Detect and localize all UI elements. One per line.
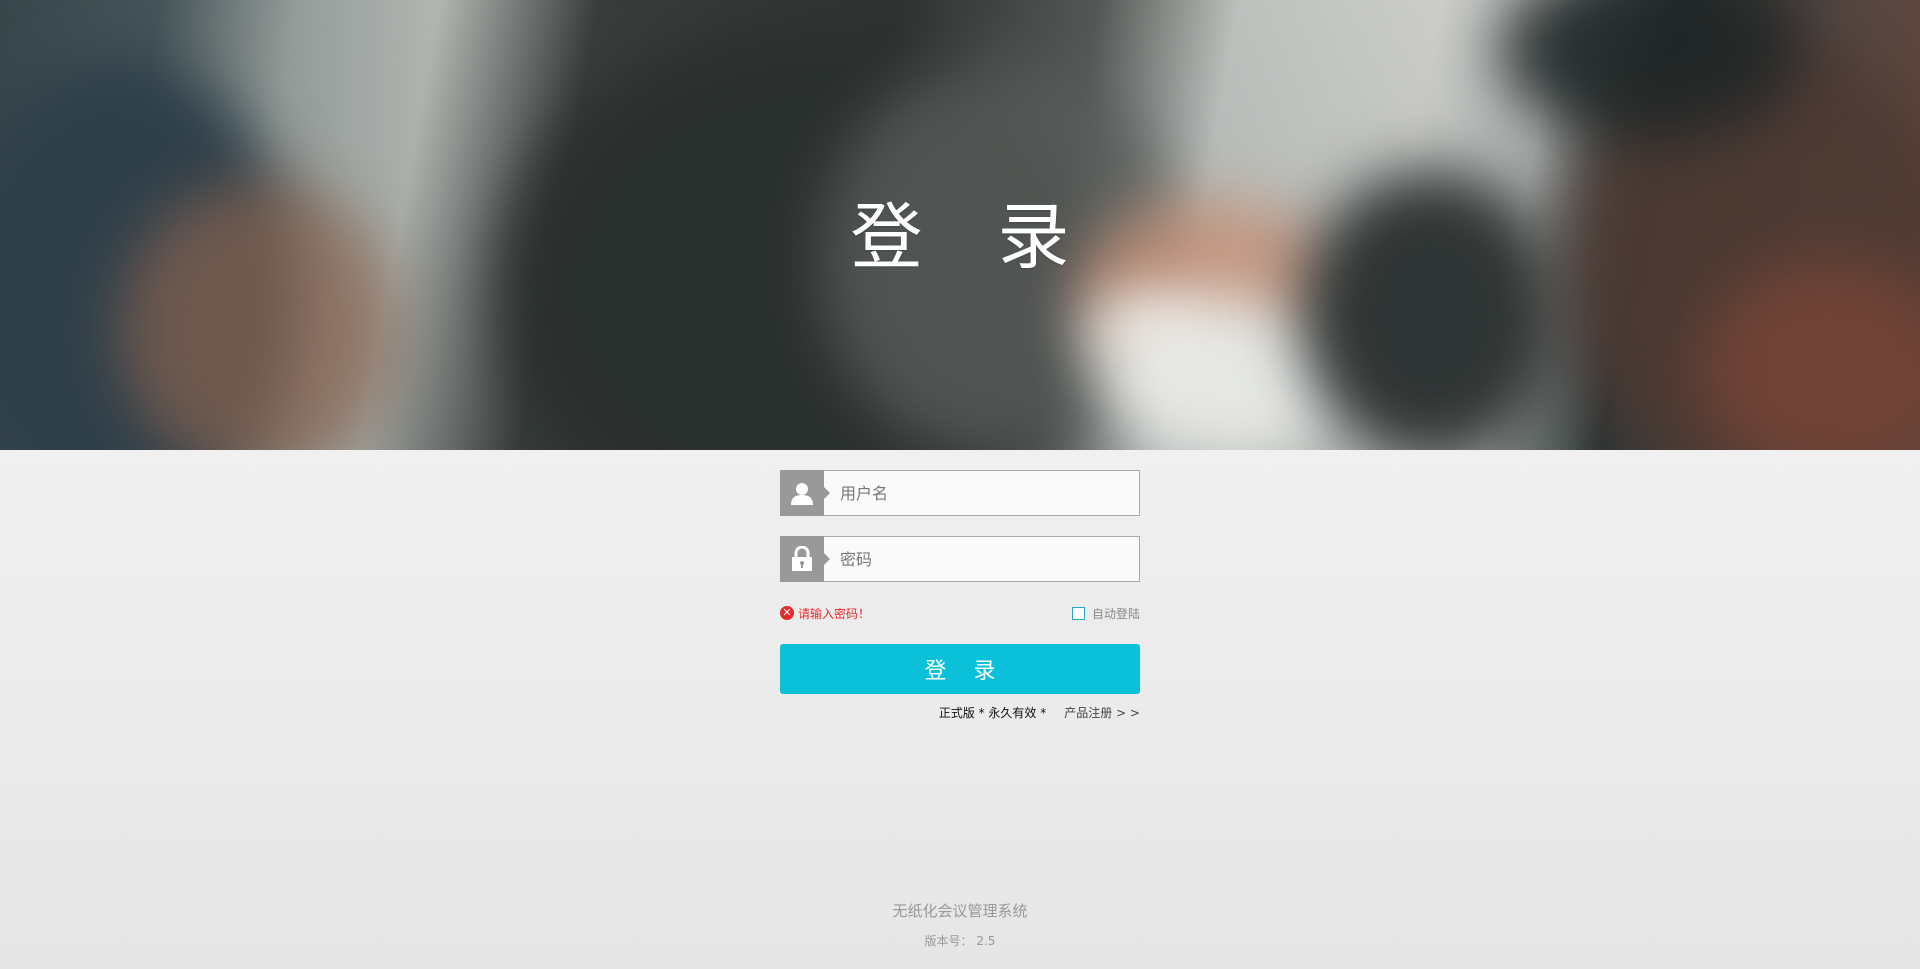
product-register-link[interactable]: 产品注册 > >: [1064, 704, 1140, 721]
login-form: ✕ 请输入密码！ 自动登陆 登 录 正式版 * 永久有效 * 产品注册 > >: [780, 469, 1140, 721]
user-icon: [780, 469, 830, 516]
username-input[interactable]: [824, 471, 1139, 515]
error-message: ✕ 请输入密码！: [780, 605, 870, 622]
system-name: 无纸化会议管理系统: [892, 902, 1028, 920]
lock-icon: [780, 535, 830, 582]
auto-login-label: 自动登陆: [1091, 606, 1140, 621]
hero-banner: 登 录: [0, 0, 1920, 450]
license-row: 正式版 * 永久有效 * 产品注册 > >: [780, 704, 1140, 721]
status-row: ✕ 请输入密码！ 自动登陆: [780, 604, 1140, 622]
page-title: 登 录: [850, 195, 1096, 279]
auto-login-toggle[interactable]: 自动登陆: [1071, 605, 1140, 622]
version-label: 版本号： 2.5: [924, 934, 996, 948]
login-button[interactable]: 登 录: [780, 644, 1140, 694]
password-field-wrapper: [780, 535, 1140, 582]
username-field-wrapper: [780, 469, 1140, 516]
error-text: 请输入密码！: [798, 606, 871, 621]
password-input[interactable]: [824, 537, 1139, 581]
license-text: 正式版 * 永久有效 *: [938, 706, 1047, 720]
hero-photo-shape: [1080, 300, 1210, 360]
error-icon: ✕: [780, 606, 794, 620]
auto-login-checkbox[interactable]: [1071, 606, 1085, 620]
